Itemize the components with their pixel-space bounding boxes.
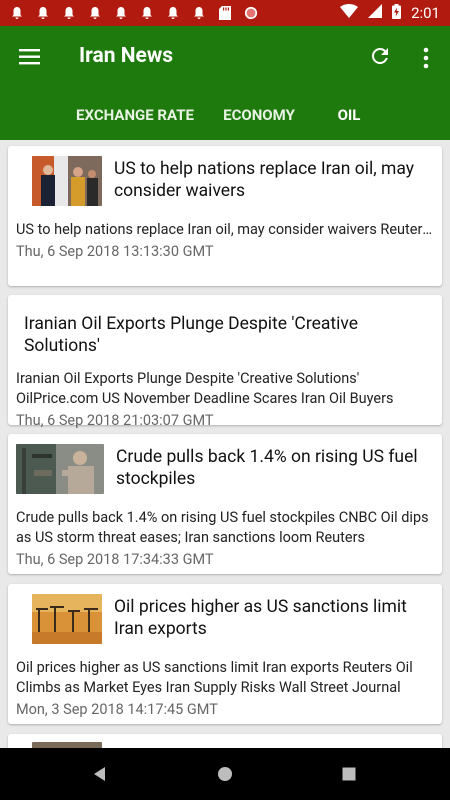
app-bar: Iran News EXCHANGE RATE ECONOMY OIL bbox=[0, 26, 450, 204]
wifi-icon bbox=[340, 4, 359, 22]
bell-icon bbox=[62, 6, 76, 20]
tab-bar: EXCHANGE RATE ECONOMY OIL bbox=[0, 90, 450, 204]
article-description: Oil prices higher as US sanctions limit … bbox=[16, 659, 413, 696]
news-card[interactable]: US to help nations replace Iran oil, may… bbox=[8, 146, 442, 286]
recents-square-icon[interactable] bbox=[341, 766, 357, 782]
bell-icon bbox=[114, 6, 128, 20]
more-vert-icon[interactable] bbox=[418, 46, 434, 70]
notification-icons bbox=[10, 6, 258, 20]
record-icon bbox=[244, 6, 258, 20]
article-title: Iranian Oil Exports Plunge Despite 'Crea… bbox=[24, 314, 359, 356]
bell-icon bbox=[10, 6, 24, 20]
bell-icon bbox=[192, 6, 206, 20]
news-card[interactable]: Crude pulls back 1.4% on rising US fuel … bbox=[8, 434, 442, 574]
bell-icon bbox=[140, 6, 154, 20]
article-thumbnail bbox=[32, 156, 102, 206]
tab-oil[interactable]: OIL bbox=[310, 90, 388, 140]
tab-exchange-rate[interactable]: EXCHANGE RATE bbox=[65, 90, 205, 140]
clock: 2:01 bbox=[411, 4, 440, 22]
news-card[interactable]: Oil prices higher as US sanctions limit … bbox=[8, 584, 442, 724]
article-title: US to help nations replace Iran oil, may… bbox=[114, 159, 415, 201]
article-description: Iranian Oil Exports Plunge Despite 'Crea… bbox=[16, 370, 394, 407]
status-bar: 2:01 bbox=[0, 0, 450, 26]
news-feed[interactable]: US to help nations replace Iran oil, may… bbox=[0, 140, 450, 748]
article-date: Mon, 3 Sep 2018 14:17:45 GMT bbox=[16, 701, 218, 718]
app-title: Iran News bbox=[79, 44, 174, 68]
bell-icon bbox=[36, 6, 50, 20]
article-title: Oil prices higher as US sanctions limit … bbox=[114, 597, 407, 639]
system-nav-bar bbox=[0, 748, 450, 800]
bell-icon bbox=[88, 6, 102, 20]
article-description: US to help nations replace Iran oil, may… bbox=[16, 221, 434, 238]
sd-card-icon bbox=[218, 6, 232, 20]
back-triangle-icon[interactable] bbox=[92, 766, 108, 782]
article-date: Thu, 6 Sep 2018 17:34:33 GMT bbox=[16, 551, 214, 568]
refresh-icon[interactable] bbox=[368, 44, 392, 68]
news-card[interactable]: Iranian Oil Exports Plunge Despite 'Crea… bbox=[8, 295, 442, 429]
article-title: Crude pulls back 1.4% on rising US fuel … bbox=[116, 447, 418, 489]
article-date: Thu, 6 Sep 2018 13:13:30 GMT bbox=[16, 243, 214, 260]
status-right: 2:01 bbox=[340, 3, 440, 23]
article-thumbnail bbox=[32, 594, 102, 644]
article-date: Thu, 6 Sep 2018 21:03:07 GMT bbox=[16, 412, 214, 429]
menu-icon[interactable] bbox=[18, 46, 42, 68]
news-card[interactable] bbox=[8, 734, 442, 748]
article-thumbnail bbox=[16, 444, 104, 494]
signal-icon bbox=[368, 4, 383, 22]
article-description: Crude pulls back 1.4% on rising US fuel … bbox=[16, 509, 429, 546]
battery-charging-icon bbox=[392, 3, 402, 23]
home-circle-icon[interactable] bbox=[217, 766, 233, 782]
tab-economy[interactable]: ECONOMY bbox=[213, 90, 305, 140]
bell-icon bbox=[166, 6, 180, 20]
